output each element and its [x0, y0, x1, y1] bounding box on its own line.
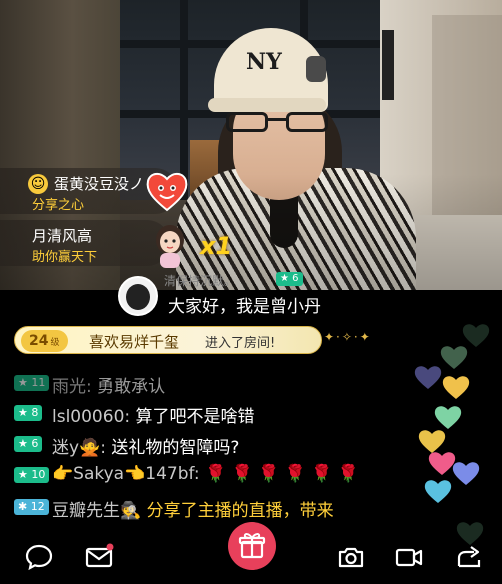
gift-button[interactable] [228, 522, 276, 570]
gift-description: 分享之心 [32, 198, 85, 213]
smiley-avatar: ☺ [28, 174, 48, 194]
chat-text: 算了吧不是啥错 [135, 407, 255, 427]
level-badge: ★ 6 [14, 436, 43, 452]
level-badge: ★ 10 [14, 467, 50, 483]
sparkle-decoration: ✦·✧·✦ [324, 330, 372, 344]
heart-icon [442, 376, 470, 399]
gift-icon [238, 533, 266, 559]
chat-text: 送礼物的智障吗? [111, 438, 240, 458]
gift-description: 助你赢天下 [32, 250, 98, 265]
share-icon[interactable] [454, 542, 484, 572]
level-badge: ✱ 12 [14, 499, 49, 515]
host-message: 清保持沉默。 ★ 6 大家好，我是曾小丹 [118, 272, 378, 320]
floating-hearts [412, 320, 502, 545]
level-badge: ★ 11 [14, 375, 50, 391]
chat-username[interactable]: 豆瓣先生🕵 [52, 501, 141, 521]
host-name: 清保持沉默。 [164, 274, 237, 288]
enter-room-banner: 24 级 喜欢易烊千玺 进入了房间! [14, 326, 322, 354]
doll-gift-icon [156, 225, 184, 268]
gift-count: x1 [200, 232, 233, 260]
video-record-icon[interactable] [394, 542, 424, 572]
gift-notification: 月清风高 助你赢天下 [0, 220, 170, 266]
chat-username[interactable]: 雨光: [52, 377, 92, 397]
entering-user-name: 喜欢易烊千玺 [89, 333, 180, 351]
chat-username[interactable]: 👉Sakya👈147bf: [52, 464, 200, 484]
chat-text: 勇敢承认 [97, 377, 166, 397]
gift-sender-name: 蛋黄没豆没ノ [54, 175, 145, 193]
gift-sender-name: 月清风高 [32, 227, 93, 245]
heart-icon [434, 406, 462, 429]
heart-icon [424, 480, 452, 503]
level-badge: ★ 8 [14, 405, 43, 421]
level-badge: ★ 6 [276, 272, 303, 286]
enter-room-text: 进入了房间! [205, 336, 276, 351]
chat-text: 🌹 🌹 🌹 🌹 🌹 🌹 [205, 464, 360, 484]
avatar[interactable] [118, 276, 158, 316]
heart-icon [414, 366, 442, 389]
level-badge: 24 级 [21, 330, 68, 352]
host-message-text: 大家好，我是曾小丹 [168, 297, 321, 317]
heart-gift-icon [146, 173, 188, 212]
chat-username[interactable]: 迷y🙅: [52, 438, 106, 458]
mail-icon[interactable] [84, 542, 114, 572]
chat-bubble-icon[interactable] [24, 542, 54, 572]
chat-username[interactable]: lsl00060: [52, 407, 130, 427]
camera-icon[interactable] [336, 542, 366, 572]
chat-text: 分享了主播的直播，带来 [146, 501, 334, 521]
heart-icon [440, 346, 468, 369]
heart-icon [452, 462, 480, 485]
